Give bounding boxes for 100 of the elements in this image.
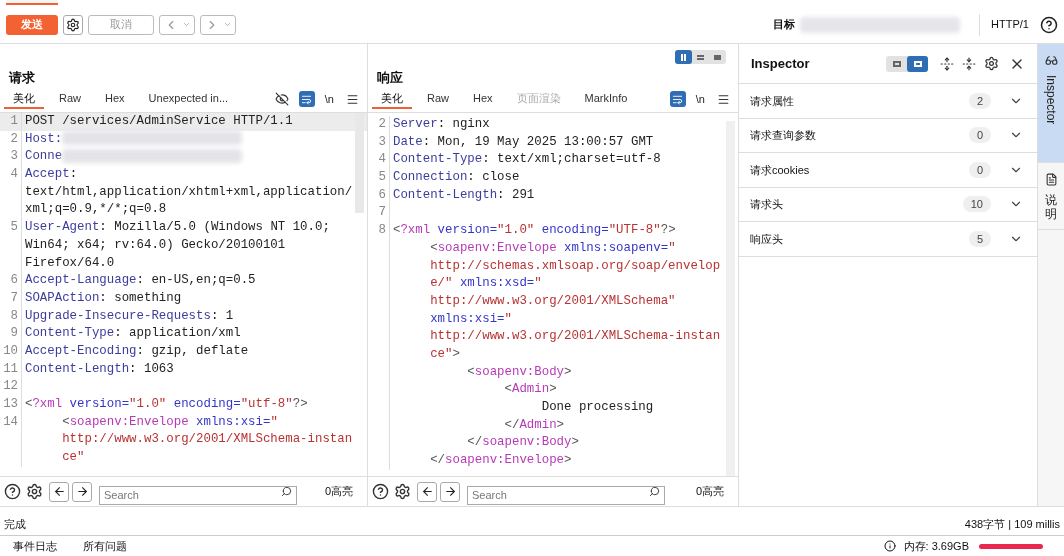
- search-field[interactable]: Search: [99, 485, 297, 505]
- wrap-toggle-icon[interactable]: [669, 91, 686, 107]
- code-line: User-Agent: Mozilla/5.0 (Windows NT 10.0;: [24, 219, 330, 237]
- code-line: ce">: [429, 345, 460, 363]
- code-line: <?xml version="1.0" encoding="UTF-8"?>: [392, 222, 676, 240]
- view-tab[interactable]: Raw: [50, 89, 90, 109]
- code-line: http://schemas.xmlsoap.org/soap/envelop: [429, 257, 721, 275]
- code-line: Date: Mon, 19 May 2025 13:00:57 GMT: [392, 133, 654, 151]
- settings-button[interactable]: [63, 14, 83, 35]
- hide-icon[interactable]: [274, 92, 289, 106]
- code-line: Accept:: [24, 166, 78, 184]
- settings-icon[interactable]: [26, 483, 43, 500]
- line-number: 11: [3, 361, 18, 376]
- help-icon[interactable]: [4, 483, 21, 500]
- line-number: 9: [10, 326, 18, 341]
- count-badge: 2: [968, 92, 991, 109]
- inspector-title: Inspector: [751, 54, 810, 73]
- code-line: Firefox/64.0: [24, 254, 115, 272]
- code-line: </soapenv:Envelope>: [429, 452, 572, 470]
- arrow-left-icon: [420, 485, 434, 498]
- code-line: </Admin>: [503, 416, 565, 434]
- panel-title: 请求: [9, 69, 35, 88]
- highlight-count: 0高亮: [324, 484, 353, 500]
- code-line: Content-Length: 1063: [24, 360, 174, 378]
- code-line: ce": [61, 449, 85, 467]
- collapse-all-icon[interactable]: [962, 56, 976, 71]
- code-line: Content-Type: text/xml;charset=utf-8: [392, 151, 661, 169]
- layout-option-icon[interactable]: [907, 55, 928, 72]
- line-number: 4: [10, 167, 18, 182]
- line-number: 6: [378, 187, 386, 202]
- arrow-right-icon: [443, 485, 457, 498]
- code-line: text/html,application/xhtml+xml,application/: [24, 183, 353, 201]
- count-badge: 0: [968, 161, 991, 178]
- layout-toggle[interactable]: [675, 50, 726, 64]
- view-tab[interactable]: MarkInfo: [575, 89, 637, 109]
- footer-tab[interactable]: 所有问题: [83, 537, 127, 555]
- code-line: xmlns:xsi=": [429, 310, 512, 328]
- code-line: Content-Type: application/xml: [24, 325, 241, 343]
- code-line: Server: nginx: [392, 116, 490, 133]
- code-line: Upgrade-Insecure-Requests: 1: [24, 307, 234, 325]
- side-tab[interactable]: Inspector: [1038, 44, 1064, 164]
- forward-button[interactable]: [440, 481, 460, 502]
- code-line: xml;q=0.9,*/*;q=0.8: [24, 201, 167, 219]
- protocol-label[interactable]: HTTP/1: [991, 16, 1029, 33]
- target-label: 目标: [773, 17, 796, 33]
- line-number: 5: [378, 170, 386, 185]
- layout-toggle[interactable]: [886, 55, 928, 72]
- view-tab[interactable]: Unexpected in...: [139, 89, 238, 109]
- line-number: 7: [10, 290, 18, 305]
- forward-button[interactable]: [72, 481, 92, 502]
- code-line: </soapenv:Body>: [466, 434, 579, 452]
- active-tab-indicator[interactable]: [6, 0, 58, 5]
- caret-icon: [222, 20, 232, 29]
- code-line: Accept-Encoding: gzip, deflate: [24, 342, 249, 360]
- layout-option-icon[interactable]: [675, 50, 692, 64]
- wrap-toggle-icon[interactable]: [298, 91, 315, 107]
- code-line: <soapenv:Body>: [466, 363, 572, 381]
- view-tab[interactable]: Raw: [418, 89, 458, 109]
- caret-icon: [181, 20, 191, 29]
- code-line: Connection: close: [392, 169, 520, 187]
- code-line: Win64; x64; rv:64.0) Gecko/20100101: [24, 236, 286, 254]
- line-number: 14: [3, 414, 18, 429]
- code-line: Done processing: [540, 399, 654, 416]
- menu-icon[interactable]: [717, 92, 730, 106]
- info-icon[interactable]: [883, 540, 896, 552]
- newline-toggle[interactable]: \n: [324, 90, 334, 108]
- help-icon[interactable]: [1040, 15, 1058, 34]
- scrollbar-thumb[interactable]: [355, 113, 364, 213]
- help-icon[interactable]: [372, 483, 389, 500]
- settings-icon[interactable]: [394, 483, 411, 500]
- status-message: 完成: [4, 517, 26, 533]
- response-size: 438字节 | 109 millis: [964, 517, 1060, 533]
- search-field[interactable]: Search: [467, 485, 665, 505]
- newline-toggle[interactable]: \n: [695, 90, 705, 108]
- footer-tab[interactable]: 事件日志: [13, 537, 57, 555]
- count-badge: 10: [962, 196, 991, 213]
- section-label: 请求头: [750, 197, 783, 212]
- code-line: <Admin>: [503, 381, 557, 399]
- back-button[interactable]: [417, 481, 437, 502]
- view-tab[interactable]: 美化: [372, 89, 412, 109]
- section-label: 请求属性: [750, 93, 794, 109]
- code-line: <soapenv:Envelope xmlns:xsi=": [61, 413, 278, 431]
- view-tab[interactable]: Hex: [96, 89, 134, 109]
- back-button[interactable]: [49, 481, 69, 502]
- search-icon: [281, 486, 292, 497]
- arrow-left-icon: [52, 485, 66, 498]
- count-badge: 5: [968, 230, 991, 247]
- expand-all-icon[interactable]: [940, 56, 954, 71]
- code-line: e/" xmlns:xsd=": [429, 275, 542, 293]
- code-line: http://www.w3.org/2001/XMLSchema": [429, 292, 676, 310]
- count-badge: 0: [968, 127, 991, 144]
- settings-icon[interactable]: [984, 56, 999, 71]
- code-line: Accept-Language: en-US,en;q=0.5: [24, 272, 256, 290]
- menu-icon[interactable]: [346, 92, 359, 106]
- section-label: 响应头: [750, 231, 783, 247]
- view-tab[interactable]: 美化: [4, 89, 44, 109]
- view-tab[interactable]: Hex: [464, 89, 502, 109]
- panel-title: 响应: [377, 69, 403, 88]
- code-line: <soapenv:Envelope xmlns:soapenv=": [429, 239, 676, 257]
- code-line: Content-Length: 291: [392, 186, 535, 204]
